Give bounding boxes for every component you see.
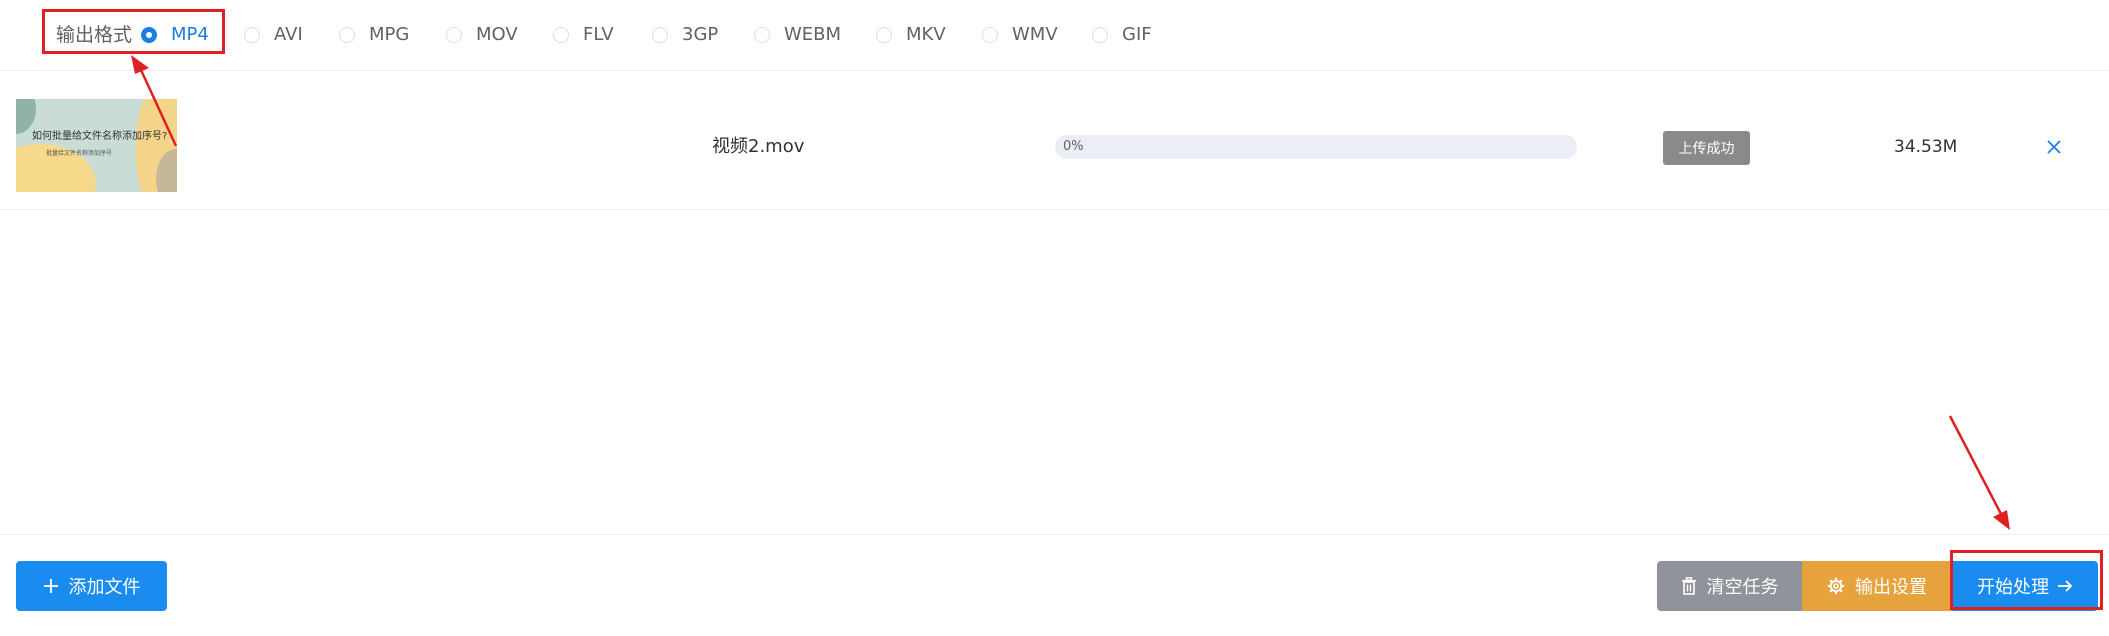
format-label-gif: GIF — [1122, 24, 1152, 45]
plus-icon — [43, 579, 58, 593]
add-file-label: 添加文件 — [68, 577, 141, 598]
radio-flv[interactable] — [553, 27, 569, 43]
format-option-3gp[interactable]: 3GP — [652, 23, 718, 47]
format-label-3gp: 3GP — [682, 24, 719, 45]
format-option-gif[interactable]: GIF — [1092, 23, 1152, 47]
radio-webm[interactable] — [754, 27, 770, 43]
format-option-webm[interactable]: WEBM — [754, 23, 841, 47]
thumbnail-title: 如何批量给文件名称添加序号? — [32, 131, 168, 142]
output-settings-label: 输出设置 — [1855, 577, 1927, 598]
annotation-box-start — [1950, 550, 2103, 610]
format-label-mpg: MPG — [369, 24, 410, 45]
format-option-mkv[interactable]: MKV — [876, 23, 946, 47]
progress-bar: 0% — [1055, 135, 1577, 159]
annotation-box-format — [42, 9, 225, 54]
file-size: 34.53M — [1894, 137, 1958, 157]
footer-toolbar: 添加文件 清空任务 输出设置 开始处理 — [0, 534, 2109, 636]
add-file-button[interactable]: 添加文件 — [16, 561, 167, 611]
format-label-mkv: MKV — [906, 24, 946, 45]
progress-text: 0% — [1063, 139, 1084, 154]
video-thumbnail: 如何批量给文件名称添加序号? 批量给文件名称添加序号 — [16, 99, 177, 192]
format-label-avi: AVI — [274, 24, 303, 45]
thumbnail-subtitle: 批量给文件名称添加序号 — [46, 150, 113, 157]
trash-icon — [1681, 577, 1696, 595]
radio-mkv[interactable] — [876, 27, 892, 43]
output-format-bar: 输出格式 MP4 AVI MPG MOV FLV 3GP WEBM MKV WM… — [0, 0, 2109, 71]
close-icon[interactable] — [2044, 137, 2064, 157]
gear-icon — [1827, 577, 1845, 595]
radio-mov[interactable] — [446, 27, 462, 43]
radio-avi[interactable] — [244, 27, 260, 43]
format-option-flv[interactable]: FLV — [553, 23, 614, 47]
radio-gif[interactable] — [1092, 27, 1108, 43]
format-option-mpg[interactable]: MPG — [339, 23, 409, 47]
radio-mpg[interactable] — [339, 27, 355, 43]
format-label-mov: MOV — [476, 24, 518, 45]
clear-tasks-label: 清空任务 — [1706, 577, 1779, 598]
format-option-wmv[interactable]: WMV — [982, 23, 1058, 47]
file-row: 如何批量给文件名称添加序号? 批量给文件名称添加序号 视频2.mov 0% 上传… — [0, 84, 2109, 210]
annotation-arrow-start — [1948, 415, 2010, 530]
format-label-webm: WEBM — [784, 24, 842, 45]
clear-tasks-button[interactable]: 清空任务 — [1657, 561, 1802, 611]
format-label-wmv: WMV — [1012, 24, 1058, 45]
output-settings-button[interactable]: 输出设置 — [1802, 561, 1952, 611]
radio-wmv[interactable] — [982, 27, 998, 43]
format-option-mov[interactable]: MOV — [446, 23, 518, 47]
radio-3gp[interactable] — [652, 27, 668, 43]
format-option-avi[interactable]: AVI — [244, 23, 303, 47]
format-label-flv: FLV — [583, 24, 614, 45]
file-name: 视频2.mov — [712, 136, 805, 157]
upload-status-badge: 上传成功 — [1663, 131, 1750, 165]
